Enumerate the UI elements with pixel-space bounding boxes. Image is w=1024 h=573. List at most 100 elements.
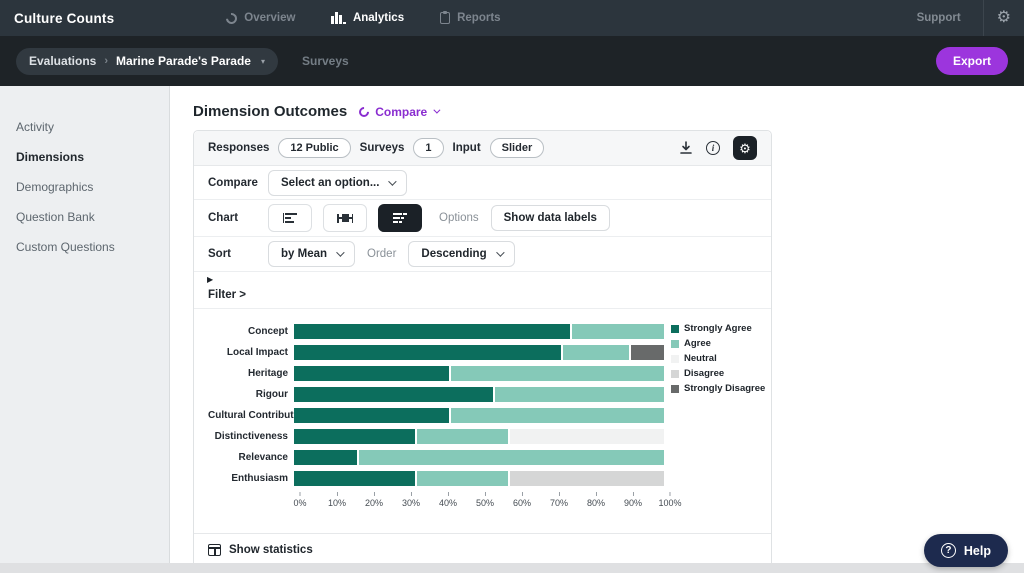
brand-logo[interactable]: Culture Counts [0,11,114,26]
page-header: Dimension Outcomes Compare [193,103,441,120]
bar-segment-strongly-disagree[interactable] [631,345,664,360]
sidebar-item-question-bank[interactable]: Question Bank [0,202,169,232]
bar-segment-strongly-agree[interactable] [294,429,415,444]
app-window: Culture Counts Overview Analytics Report… [0,0,1024,573]
bar-segment-agree[interactable] [572,324,664,339]
bar-segment-agree[interactable] [450,366,664,381]
nav-tab-analytics[interactable]: Analytics [331,12,404,24]
breadcrumb-root[interactable]: Evaluations [29,54,96,68]
outcomes-panel: Responses 12 Public Surveys 1 Input Slid… [193,130,772,573]
sort-row-label: Sort [208,248,231,260]
x-axis-tick: 20% [365,492,383,508]
x-axis-tick: 60% [513,492,531,508]
compare-toggle-link[interactable]: Compare [357,104,441,119]
bar-segment-agree[interactable] [494,387,664,402]
show-data-labels-button[interactable]: Show data labels [490,205,610,231]
sidebar-item-demographics[interactable]: Demographics [0,172,169,202]
x-axis-tick: 40% [439,492,457,508]
nav-tab-label: Reports [457,12,501,24]
bar-track [294,450,664,465]
bar-segment-agree[interactable] [563,345,630,360]
x-axis-tick: 30% [402,492,420,508]
main-nav: Overview Analytics Reports [224,10,501,26]
compare-row-label: Compare [208,176,258,189]
reports-icon [440,11,451,24]
legend-item: Strongly Agree [671,323,763,334]
horizontal-bars-icon [283,212,297,224]
bar-segment-strongly-agree[interactable] [294,471,415,486]
chart-row: Cultural Contribution [208,408,771,423]
bar-segment-strongly-agree[interactable] [294,366,449,381]
download-icon[interactable] [679,141,693,155]
breadcrumb-caret-icon[interactable]: ▾ [261,57,265,66]
chevron-down-icon [495,248,505,257]
bar-segment-strongly-agree[interactable] [294,450,357,465]
legend-swatch-icon [671,369,679,378]
order-select[interactable]: Descending [408,241,515,267]
page-title: Dimension Outcomes [193,103,348,120]
legend-label: Strongly Agree [684,323,752,334]
info-icon[interactable]: i [706,141,720,155]
bar-segment-neutral[interactable] [510,429,664,444]
sidebar-item-activity[interactable]: Activity [0,112,169,142]
category-label: Cultural Contribution [208,410,309,421]
expander-triangle-icon[interactable]: ▶ [207,275,213,284]
surveys-count-pill[interactable]: 1 [413,138,444,158]
sort-select[interactable]: by Mean [268,241,356,267]
chart-type-bar-button[interactable] [268,204,312,232]
bottom-strip [0,563,1024,573]
show-statistics-toggle[interactable]: Show statistics [194,534,771,566]
breadcrumb[interactable]: Evaluations › Marine Parade's Parade ▾ [16,47,278,75]
x-axis-tick: 0% [293,492,307,508]
category-label: Enthusiasm [231,473,288,484]
bar-segment-strongly-agree[interactable] [294,387,493,402]
chart-type-boxplot-button[interactable] [323,204,367,232]
help-button[interactable]: ? Help [923,534,1008,567]
export-button[interactable]: Export [935,47,1008,75]
panel-settings-gear-icon[interactable]: ⚙ [733,136,757,160]
bar-segment-agree[interactable] [358,450,664,465]
legend-item: Disagree [671,368,763,379]
filter-toggle[interactable]: Filter > [208,289,246,301]
bar-segment-strongly-agree[interactable] [294,324,570,339]
bar-segment-agree[interactable] [416,429,509,444]
nav-tab-overview[interactable]: Overview [224,10,295,26]
chart-type-stacked-button[interactable] [378,204,422,232]
overview-icon [224,10,240,26]
topbar-right: Support ⚙ [917,0,1024,36]
chart-row: Enthusiasm [208,471,771,486]
sidebar-item-custom-questions[interactable]: Custom Questions [0,232,169,262]
legend-item: Strongly Disagree [671,383,765,394]
panel-header-row: Responses 12 Public Surveys 1 Input Slid… [194,131,771,166]
category-label: Rigour [255,389,288,400]
filter-row: ▶ Filter > [194,272,771,309]
compare-select[interactable]: Select an option... [268,169,408,196]
bar-track [294,324,664,339]
bar-segment-strongly-agree[interactable] [294,408,449,423]
category-label: Relevance [238,452,288,463]
support-link[interactable]: Support [917,12,983,24]
bar-segment-strongly-agree[interactable] [294,345,562,360]
bar-segment-agree[interactable] [416,471,509,486]
breadcrumb-current[interactable]: Marine Parade's Parade [116,54,251,68]
bar-track [294,429,664,444]
legend-swatch-icon [671,384,679,393]
x-axis-tick: 100% [658,492,682,508]
stacked-bars-icon [392,212,408,224]
nav-tab-reports[interactable]: Reports [440,11,501,24]
legend-label: Agree [684,338,711,349]
input-type-pill[interactable]: Slider [489,138,545,158]
bar-track [294,408,664,423]
box-plot-icon [337,213,353,223]
x-axis-tick: 90% [624,492,642,508]
bar-segment-disagree[interactable] [510,471,664,486]
compare-row: Compare Select an option... [194,166,771,200]
surveys-nav-link[interactable]: Surveys [302,54,349,68]
bar-segment-agree[interactable] [450,408,664,423]
sidebar-item-dimensions[interactable]: Dimensions [0,142,169,172]
bar-track [294,471,664,486]
chart-row: Relevance [208,450,771,465]
settings-gear-icon[interactable]: ⚙ [984,0,1024,36]
responses-count-pill[interactable]: 12 Public [278,138,351,158]
stacked-bar-chart: Concept Local Impact Heritage Rigour Cultura… [194,309,771,534]
